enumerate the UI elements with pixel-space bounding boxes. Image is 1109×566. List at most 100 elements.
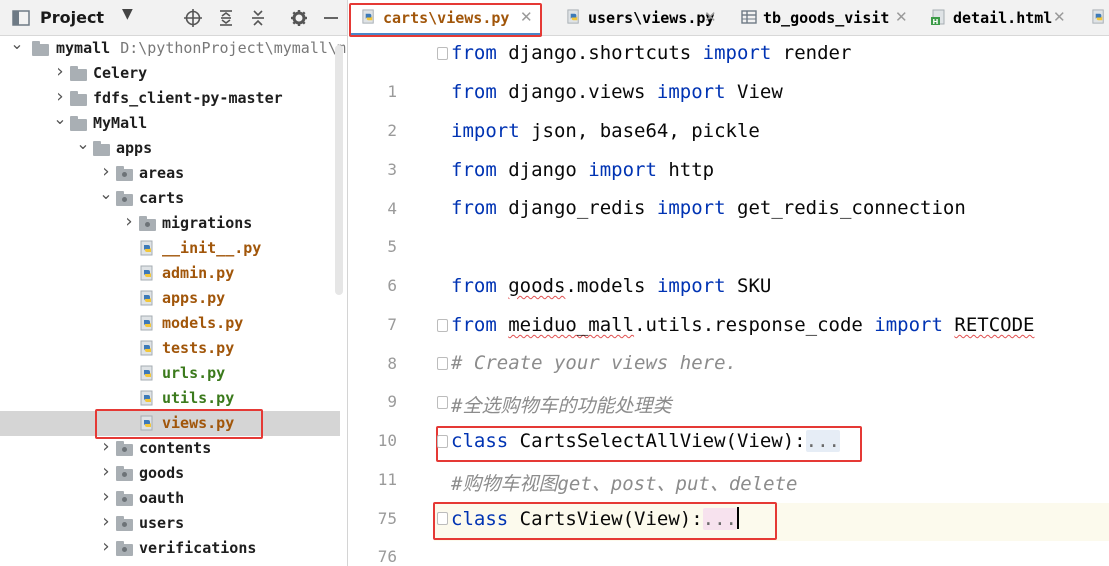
close-icon[interactable]: ✕ xyxy=(1053,8,1066,26)
tree-file-item[interactable]: utils.py xyxy=(0,386,340,411)
tree-folder-item[interactable]: › verifications xyxy=(0,536,340,561)
chevron-down-icon[interactable]: ⌄ xyxy=(10,35,24,53)
project-title[interactable]: Project xyxy=(40,8,104,27)
tree-folder-item[interactable]: › contents xyxy=(0,436,340,461)
close-icon[interactable]: ✕ xyxy=(704,8,717,26)
editor-tab[interactable] xyxy=(1079,0,1109,36)
code-line[interactable]: from django import http xyxy=(451,159,714,189)
tree-folder-item[interactable]: › fdfs_client-py-master xyxy=(0,86,340,111)
close-icon[interactable]: ✕ xyxy=(520,8,533,26)
tab-label: detail.html xyxy=(953,9,1053,27)
chevron-right-icon[interactable]: › xyxy=(99,438,113,456)
chevron-right-icon[interactable]: › xyxy=(53,63,67,81)
expand-all-icon[interactable] xyxy=(217,9,235,27)
chevron-right-icon[interactable]: › xyxy=(99,463,113,481)
tree-file-item[interactable]: urls.py xyxy=(0,361,340,386)
chevron-right-icon[interactable]: › xyxy=(99,513,113,531)
tree-file-item[interactable]: admin.py xyxy=(0,261,340,286)
fold-marker-icon[interactable] xyxy=(437,319,448,332)
line-number-gutter: 1 2 3 4 5 6 7 8 9 10 11 75 76 xyxy=(349,36,434,566)
chevron-right-icon[interactable]: › xyxy=(99,488,113,506)
chevron-right-icon[interactable]: › xyxy=(53,88,67,106)
tree-folder-item[interactable]: ⌄ mymall D:\pythonProject\mymall\m xyxy=(0,35,346,61)
tree-folder-item[interactable]: › areas xyxy=(0,161,340,186)
code-line[interactable]: from meiduo_mall.utils.response_code imp… xyxy=(451,314,1034,344)
package-folder-icon xyxy=(116,166,134,181)
folded-code-placeholder[interactable]: ... xyxy=(702,508,737,530)
tree-item-path: D:\pythonProject\mymall\m xyxy=(120,39,346,57)
chevron-down-icon[interactable]: ⌄ xyxy=(53,110,67,128)
collapse-all-icon[interactable] xyxy=(249,9,267,27)
tree-folder-item[interactable]: › migrations xyxy=(0,211,340,236)
gear-icon[interactable] xyxy=(290,9,308,27)
tree-item-label: contents xyxy=(139,439,212,457)
tree-file-item[interactable]: __init__.py xyxy=(0,236,340,261)
chevron-down-icon[interactable]: ▼ xyxy=(122,6,133,22)
tree-item-label: models.py xyxy=(162,314,244,332)
editor-tab[interactable]: tb_goods_visit ✕ xyxy=(729,0,917,36)
python-file-icon xyxy=(140,240,153,256)
line-number: 5 xyxy=(387,237,397,256)
chevron-right-icon[interactable]: › xyxy=(122,213,136,231)
fold-marker-icon[interactable] xyxy=(437,357,448,370)
svg-text:H: H xyxy=(933,18,939,25)
chevron-right-icon[interactable]: › xyxy=(99,538,113,556)
code-token: import xyxy=(656,81,726,103)
code-line[interactable]: from django.views import View xyxy=(451,81,783,111)
tree-item-label: goods xyxy=(139,464,185,482)
line-number: 4 xyxy=(387,199,397,218)
project-view-icon[interactable] xyxy=(12,9,30,27)
code-token: render xyxy=(771,42,852,64)
minimize-icon[interactable] xyxy=(322,9,340,27)
fold-marker-icon[interactable] xyxy=(437,512,448,525)
code-token: View xyxy=(725,81,783,103)
crosshair-icon[interactable] xyxy=(184,9,202,27)
code-token: import xyxy=(656,275,726,297)
python-file-icon xyxy=(140,340,153,356)
code-line[interactable]: class CartsView(View):... xyxy=(451,507,739,537)
tree-folder-item[interactable]: ⌄ MyMall xyxy=(0,110,340,136)
python-file-icon xyxy=(1092,9,1104,24)
close-icon[interactable]: ✕ xyxy=(895,8,908,26)
code-line[interactable]: from goods.models import SKU xyxy=(451,275,771,305)
code-editor: carts\views.py ✕ users\views.py ✕ tb_goods_v… xyxy=(349,0,1109,566)
fold-marker-icon[interactable] xyxy=(437,396,448,409)
code-line[interactable]: import json, base64, pickle xyxy=(451,120,760,150)
tree-file-item[interactable]: views.py xyxy=(0,411,340,436)
tree-file-item[interactable]: models.py xyxy=(0,311,340,336)
editor-tab[interactable]: users\views.py ✕ xyxy=(554,0,726,36)
tree-scrollbar[interactable] xyxy=(335,45,343,295)
tree-folder-item[interactable]: › users xyxy=(0,511,340,536)
tree-item-label: carts xyxy=(139,189,185,207)
code-token: import xyxy=(656,197,726,219)
python-file-icon xyxy=(140,390,153,406)
code-line[interactable]: # Create your views here. xyxy=(451,352,737,382)
tree-folder-item[interactable]: › oauth xyxy=(0,486,340,511)
code-line[interactable]: from django_redis import get_redis_conne… xyxy=(451,197,966,227)
chevron-right-icon[interactable]: › xyxy=(99,163,113,181)
fold-marker-icon[interactable] xyxy=(437,435,448,448)
tree-folder-item[interactable]: › Celery xyxy=(0,61,340,86)
code-token: django_redis xyxy=(496,197,657,219)
code-token: get_redis_connection xyxy=(725,197,966,219)
code-token: django.shortcuts xyxy=(496,42,703,64)
code-line[interactable]: class CartsSelectAllView(View):... xyxy=(451,430,840,460)
chevron-down-icon[interactable]: ⌄ xyxy=(99,185,113,203)
chevron-down-icon[interactable]: ⌄ xyxy=(76,135,90,153)
code-token: .models xyxy=(565,275,657,297)
tree-folder-item[interactable]: › goods xyxy=(0,461,340,486)
tree-item-label: fdfs_client-py-master xyxy=(93,89,283,107)
tree-item-label: admin.py xyxy=(162,264,235,282)
editor-tab[interactable]: Hdetail.html ✕ xyxy=(919,0,1075,36)
editor-tab[interactable]: carts\views.py ✕ xyxy=(349,0,542,36)
code-line[interactable]: from django.shortcuts import render xyxy=(451,42,851,72)
tree-folder-item[interactable]: ⌄ apps xyxy=(0,135,340,161)
tree-file-item[interactable]: apps.py xyxy=(0,286,340,311)
tree-folder-item[interactable]: ⌄ carts xyxy=(0,185,340,211)
fold-marker-icon[interactable] xyxy=(437,47,448,60)
code-line[interactable]: #购物车视图get、post、put、delete xyxy=(451,469,797,499)
tree-file-item[interactable]: tests.py xyxy=(0,336,340,361)
code-line[interactable]: #全选购物车的功能处理类 xyxy=(451,391,671,421)
folded-code-placeholder[interactable]: ... xyxy=(805,430,840,452)
